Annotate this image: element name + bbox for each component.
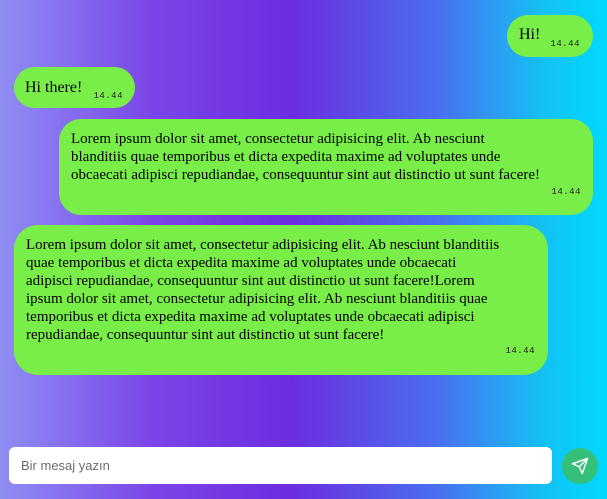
message-bubble-sent: Hi! 14.44 <box>507 15 593 57</box>
message-time: 14.44 <box>93 91 123 101</box>
message-text: Lorem ipsum dolor sit amet, consectetur … <box>71 131 541 183</box>
message-time: 14.44 <box>505 346 535 356</box>
message-bubble-sent: Lorem ipsum dolor sit amet, consectetur … <box>59 119 593 215</box>
message-text: Hi there! <box>25 79 83 96</box>
message-text: Hi! <box>519 26 541 43</box>
message-bubble-received: Hi there! 14.44 <box>14 67 135 108</box>
message-input[interactable] <box>9 447 552 484</box>
send-button[interactable] <box>562 448 598 484</box>
message-time: 14.44 <box>551 187 581 197</box>
paper-plane-icon <box>571 457 589 475</box>
message-bubble-received: Lorem ipsum dolor sit amet, consectetur … <box>14 225 548 375</box>
message-time: 14.44 <box>550 39 580 49</box>
message-text: Lorem ipsum dolor sit amet, consectetur … <box>26 237 500 343</box>
chat-message-list: Hi! 14.44 Hi there! 14.44 Lorem ipsum do… <box>0 0 607 440</box>
